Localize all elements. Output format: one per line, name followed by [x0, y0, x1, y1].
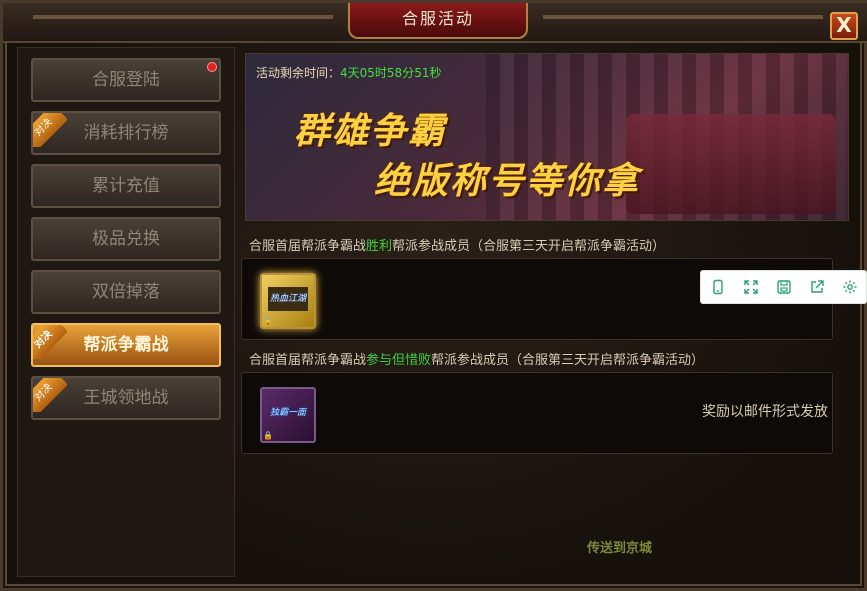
banner-throne-art	[626, 114, 836, 214]
timer-label: 活动剩余时间：	[256, 66, 341, 80]
sidebar-item-double-drop[interactable]: 双倍掉落	[31, 270, 221, 314]
sidebar-item-label: 合服登陆	[92, 70, 160, 90]
settings-icon[interactable]	[839, 276, 861, 298]
sidebar-item-castle-war[interactable]: 对决 王城领地战	[31, 376, 221, 420]
sidebar-item-label: 双倍掉落	[92, 282, 160, 302]
duel-tag: 对决	[33, 325, 67, 359]
title-item-icon: 热血江湖	[268, 287, 308, 311]
event-banner: 活动剩余时间：4天05时58分51秒 群雄争霸 绝版称号等你拿	[245, 53, 849, 221]
banner-slogan-1: 群雄争霸	[294, 111, 447, 152]
duel-tag: 对决	[33, 378, 67, 412]
mail-delivery-note: 奖励以邮件形式发放	[702, 404, 828, 420]
countdown-timer: 活动剩余时间：4天05时58分51秒	[256, 64, 441, 81]
sidebar-item-label: 帮派争霸战	[83, 335, 169, 355]
window-title: 合服活动	[348, 3, 528, 39]
close-button[interactable]: X	[830, 12, 858, 40]
title-reward-item[interactable]: 独霸一面 🔒	[260, 387, 316, 443]
phone-icon[interactable]	[707, 276, 729, 298]
title-reward-item[interactable]: 热血江湖 🔒	[260, 273, 316, 329]
reward-box-loser: 独霸一面 🔒 奖励以邮件形式发放	[241, 372, 833, 454]
share-icon[interactable]	[806, 276, 828, 298]
expand-icon[interactable]	[740, 276, 762, 298]
title-bar: 合服活动 X	[3, 3, 867, 43]
sidebar-item-guild-war[interactable]: 对决 帮派争霸战	[31, 323, 221, 367]
sidebar-item-login[interactable]: 合服登陆	[31, 58, 221, 102]
reward-description-loser: 合服首届帮派争霸战参与但惜败帮派参战成员（合服第三天开启帮派争霸活动）	[249, 353, 705, 368]
sidebar-item-label: 王城领地战	[83, 388, 169, 408]
sidebar-item-label: 累计充值	[92, 176, 160, 196]
notification-dot	[207, 62, 217, 72]
teleport-link[interactable]: 传送到京城	[587, 537, 652, 556]
sidebar: 合服登陆 对决 消耗排行榜 累计充值 极品兑换 双倍掉落 对决 帮派争霸战 对决…	[17, 47, 235, 577]
sidebar-item-consume-rank[interactable]: 对决 消耗排行榜	[31, 111, 221, 155]
sidebar-item-exchange[interactable]: 极品兑换	[31, 217, 221, 261]
banner-slogan-2: 绝版称号等你拿	[374, 161, 641, 202]
title-ornament-left	[33, 15, 333, 19]
timer-value: 4天05时58分51秒	[340, 66, 442, 80]
lock-icon: 🔒	[263, 431, 273, 440]
reward-description-winner: 合服首届帮派争霸战胜利帮派参战成员（合服第三天开启帮派争霸活动）	[249, 239, 666, 254]
sidebar-item-label: 消耗排行榜	[83, 123, 169, 143]
floating-toolbar	[700, 270, 867, 304]
sidebar-item-label: 极品兑换	[92, 229, 160, 249]
duel-tag: 对决	[33, 113, 67, 147]
sidebar-item-recharge[interactable]: 累计充值	[31, 164, 221, 208]
title-ornament-right	[543, 15, 823, 19]
save-icon[interactable]	[773, 276, 795, 298]
lock-icon: 🔒	[263, 317, 273, 326]
title-item-icon: 独霸一面	[269, 408, 306, 418]
